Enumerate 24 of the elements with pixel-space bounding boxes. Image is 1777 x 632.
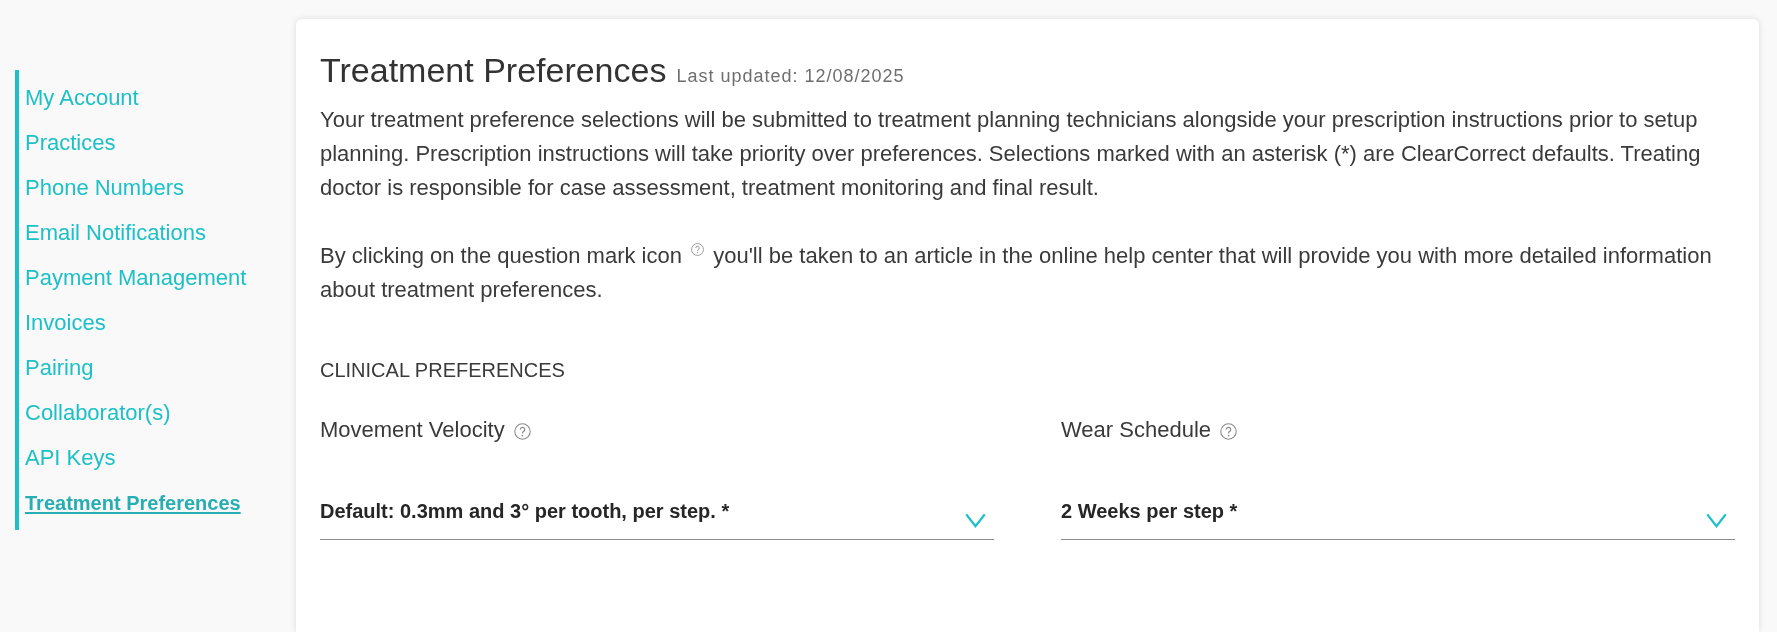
dropdown[interactable]: 2 Weeks per step * bbox=[1061, 490, 1735, 540]
sidebar-link[interactable]: Invoices bbox=[25, 308, 106, 337]
page-title: Treatment Preferences bbox=[320, 50, 667, 91]
sidebar-link[interactable]: Phone Numbers bbox=[25, 173, 184, 202]
help-icon bbox=[691, 243, 705, 256]
help-icon[interactable] bbox=[1220, 423, 1237, 440]
last-updated-text: Last updated: 12/08/2025 bbox=[676, 65, 905, 88]
sidebar-link[interactable]: Treatment Preferences bbox=[25, 488, 241, 517]
sidebar-link[interactable]: API Keys bbox=[25, 443, 116, 472]
intro-paragraph: Your treatment preference selections will be submitted to treatment planning technicians alongside your prescription instructions prior to setup planning. Prescription instructions will take priority over preferences. Selections marked with an asterisk (*) are ClearCorrect defaults. Treating doctor is responsible for case assessment, treatment monitoring and final result. bbox=[320, 106, 1702, 202]
help-icon[interactable] bbox=[513, 423, 531, 440]
chevron-down-icon bbox=[1706, 513, 1727, 528]
sidebar-link[interactable]: Pairing bbox=[25, 353, 94, 382]
chevron-down-icon bbox=[965, 513, 986, 528]
dropdown[interactable]: Default: 0.3mm and 3° per tooth, per step. * bbox=[320, 490, 994, 540]
section-heading: CLINICAL PREFERENCES bbox=[320, 358, 566, 383]
sidebar-link[interactable]: My Account bbox=[25, 83, 139, 112]
field-label: Movement Velocity bbox=[320, 416, 505, 444]
sidebar-link[interactable]: Payment Management bbox=[25, 263, 247, 292]
sidebar-link[interactable]: Email Notifications bbox=[25, 218, 206, 247]
field-label: Wear Schedule bbox=[1061, 416, 1211, 444]
sidebar-link[interactable]: Practices bbox=[25, 128, 116, 157]
help-note-paragraph: By clicking on the question mark icon you'll be taken to an article in the online help center that will provide you with more detailed information about treatment preferences. bbox=[320, 242, 1713, 304]
sidebar-link[interactable]: Collaborator(s) bbox=[25, 398, 171, 427]
